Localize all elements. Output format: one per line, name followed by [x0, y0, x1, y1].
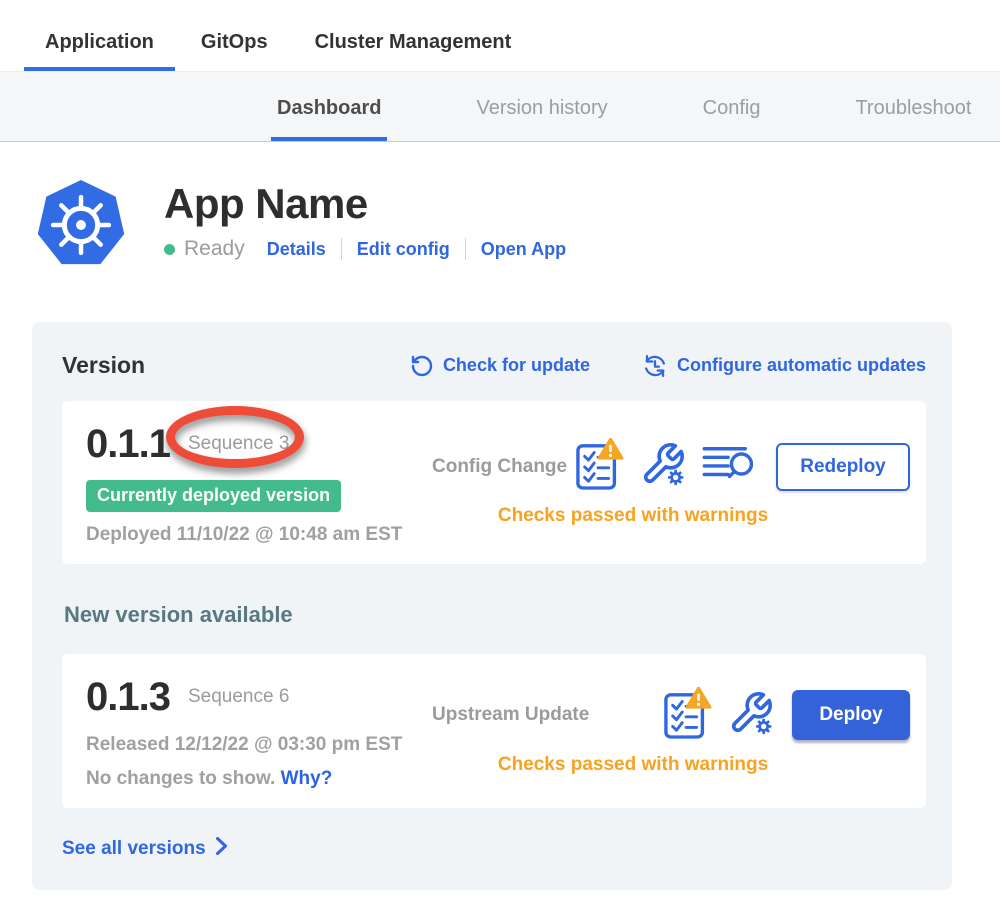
- configure-auto-updates-link[interactable]: Configure automatic updates: [642, 353, 926, 379]
- tab-dashboard[interactable]: Dashboard: [271, 97, 387, 141]
- currently-deployed-badge: Currently deployed version: [86, 480, 341, 512]
- current-sequence-label: Sequence 3: [188, 433, 289, 455]
- tab-version-history[interactable]: Version history: [470, 97, 613, 141]
- no-changes-line: No changes to show. Why?: [86, 768, 416, 790]
- new-version-heading: New version available: [64, 602, 926, 628]
- deployed-timestamp: Deployed 11/10/22 @ 10:48 am EST: [86, 524, 416, 546]
- refresh-icon: [410, 354, 434, 378]
- version-source-label: Config Change: [432, 456, 567, 478]
- chevron-right-icon: [215, 836, 228, 862]
- divider: [341, 238, 342, 260]
- configure-auto-updates-label: Configure automatic updates: [677, 355, 926, 376]
- no-changes-text: No changes to show.: [86, 768, 275, 789]
- why-link[interactable]: Why?: [281, 768, 333, 789]
- deploy-button[interactable]: Deploy: [792, 690, 910, 740]
- tab-config[interactable]: Config: [697, 97, 767, 141]
- see-all-versions-label: See all versions: [62, 838, 206, 860]
- preflight-checks-status[interactable]: Checks passed with warnings: [416, 505, 910, 527]
- top-nav-item-application[interactable]: Application: [24, 7, 175, 71]
- current-version-number: 0.1.1: [86, 422, 170, 467]
- preflight-checks-warning-icon[interactable]: [664, 687, 712, 744]
- version-section: Version Check for update: [32, 322, 952, 890]
- edit-config-link[interactable]: Edit config: [357, 239, 450, 260]
- app-header: App Name Ready Details Edit config Open …: [36, 178, 1000, 274]
- redeploy-button[interactable]: Redeploy: [776, 443, 910, 491]
- preflight-checks-warning-icon[interactable]: [576, 438, 624, 495]
- top-nav-item-gitops[interactable]: GitOps: [180, 7, 289, 71]
- app-sub-nav: Dashboard Version history Config Trouble…: [0, 71, 1000, 142]
- clock-refresh-icon: [642, 353, 668, 379]
- open-app-link[interactable]: Open App: [481, 239, 566, 260]
- preflight-checks-status[interactable]: Checks passed with warnings: [416, 754, 910, 776]
- config-wrench-icon[interactable]: [640, 441, 686, 492]
- config-wrench-icon[interactable]: [728, 690, 774, 741]
- released-timestamp: Released 12/12/22 @ 03:30 pm EST: [86, 734, 416, 756]
- version-source-label: Upstream Update: [432, 704, 589, 726]
- top-nav-item-cluster-management[interactable]: Cluster Management: [294, 7, 533, 71]
- status-dot-icon: [164, 244, 175, 255]
- kubernetes-logo-icon: [36, 178, 126, 272]
- available-version-number: 0.1.3: [86, 675, 170, 720]
- version-section-title: Version: [62, 352, 145, 379]
- top-nav: Application GitOps Cluster Management: [0, 0, 1000, 71]
- check-for-update-label: Check for update: [443, 355, 590, 376]
- available-sequence-label: Sequence 6: [188, 686, 289, 708]
- available-version-card: 0.1.3 Sequence 6 Released 12/12/22 @ 03:…: [62, 654, 926, 808]
- current-version-card: 0.1.1 Sequence 3 Currently deployed vers…: [62, 401, 926, 564]
- app-status: Ready: [184, 237, 245, 261]
- see-all-versions-link[interactable]: See all versions: [62, 836, 228, 862]
- divider: [465, 238, 466, 260]
- details-link[interactable]: Details: [267, 239, 326, 260]
- check-for-update-link[interactable]: Check for update: [410, 354, 590, 378]
- tab-troubleshoot[interactable]: Troubleshoot: [849, 97, 977, 141]
- view-diff-logs-icon[interactable]: [702, 444, 758, 489]
- app-title: App Name: [164, 182, 566, 226]
